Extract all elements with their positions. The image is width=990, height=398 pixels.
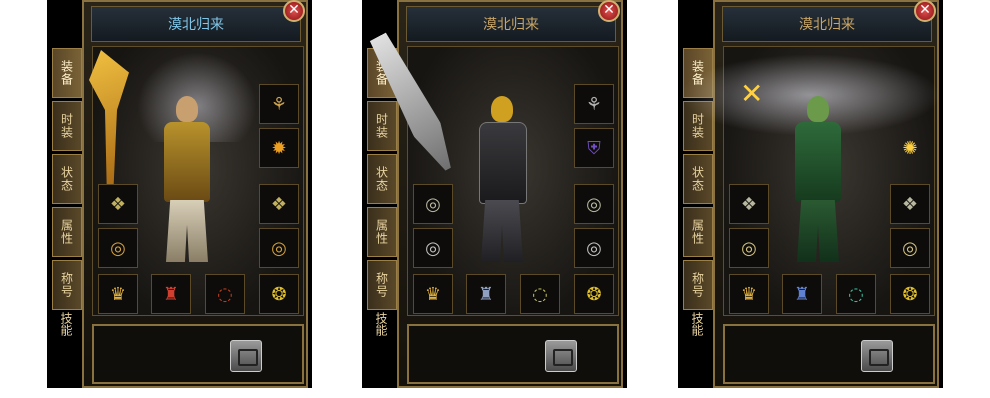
- close-button[interactable]: ✕: [283, 0, 305, 22]
- slot-ring-left[interactable]: ◎: [98, 228, 138, 268]
- slot-bracelet-left[interactable]: ◎: [413, 184, 453, 224]
- bag-icon[interactable]: [861, 340, 893, 372]
- slot-gem[interactable]: ♛: [413, 274, 453, 314]
- character-armor: [164, 122, 210, 202]
- character-panel-1: 漠北归来 ✕ 装备 时装 状态 属性 称号 技能 ⚘ ✹ ❖ ❖ ◎ ◎ ♛ ♜…: [47, 0, 312, 388]
- slot-medal[interactable]: ⛨: [574, 128, 614, 168]
- character-head: [807, 96, 829, 122]
- character-helmet: [491, 96, 513, 122]
- tab-attributes[interactable]: 属性: [52, 207, 82, 257]
- slot-ring-right[interactable]: ◎: [259, 228, 299, 268]
- slot-bracelet-left[interactable]: ❖: [729, 184, 769, 224]
- slot-boots[interactable]: ♜: [151, 274, 191, 314]
- slot-charm[interactable]: ❂: [259, 274, 299, 314]
- slot-medal[interactable]: ✺: [890, 128, 930, 168]
- slot-ring-left[interactable]: ◎: [413, 228, 453, 268]
- slot-gem[interactable]: ♛: [98, 274, 138, 314]
- slot-bracelet-right[interactable]: ◎: [574, 184, 614, 224]
- character-model: [142, 88, 232, 268]
- character-model: [457, 88, 547, 268]
- slot-belt[interactable]: ◌: [520, 274, 560, 314]
- slot-belt[interactable]: ◌: [205, 274, 245, 314]
- character-legs: [797, 200, 839, 262]
- tab-fashion[interactable]: 时装: [367, 101, 397, 151]
- slot-ring-right[interactable]: ◎: [574, 228, 614, 268]
- tab-skills[interactable]: 技能: [373, 312, 390, 336]
- tab-status[interactable]: 状态: [683, 154, 713, 204]
- tab-attributes[interactable]: 属性: [367, 207, 397, 257]
- character-panel-3: 漠北归来 ✕ 装备 时装 状态 属性 称号 技能 ✕ ✺ ❖ ❖ ◎ ◎ ♛ ♜…: [678, 0, 943, 388]
- slot-ring-left[interactable]: ◎: [729, 228, 769, 268]
- character-legs: [481, 200, 523, 262]
- bag-icon[interactable]: [230, 340, 262, 372]
- character-panel-2: 漠北归来 ✕ 装备 时装 状态 属性 称号 技能 ⚘ ⛨ ◎ ◎ ◎ ◎ ♛ ♜…: [362, 0, 627, 388]
- tab-equipment[interactable]: 装备: [52, 48, 82, 98]
- close-button[interactable]: ✕: [914, 0, 936, 22]
- slot-boots[interactable]: ♜: [782, 274, 822, 314]
- slot-bracelet-right[interactable]: ❖: [890, 184, 930, 224]
- side-tabs: 装备 时装 状态 属性 称号: [52, 48, 82, 313]
- bag-icon[interactable]: [545, 340, 577, 372]
- item-info-box: [407, 324, 619, 384]
- slot-belt[interactable]: ◌: [836, 274, 876, 314]
- close-button[interactable]: ✕: [598, 0, 620, 22]
- slot-ring-right[interactable]: ◎: [890, 228, 930, 268]
- character-armor: [479, 122, 527, 204]
- slot-medal[interactable]: ✹: [259, 128, 299, 168]
- character-model: [773, 88, 863, 268]
- slot-charm[interactable]: ❂: [574, 274, 614, 314]
- slot-bracelet-left[interactable]: ❖: [98, 184, 138, 224]
- slot-necklace[interactable]: ⚘: [574, 84, 614, 124]
- character-legs: [166, 200, 208, 262]
- tab-attributes[interactable]: 属性: [683, 207, 713, 257]
- tab-titles[interactable]: 称号: [683, 260, 713, 310]
- character-armor: [795, 122, 841, 202]
- panel-title: 漠北归来: [91, 6, 301, 42]
- slot-boots[interactable]: ♜: [466, 274, 506, 314]
- character-head: [176, 96, 198, 122]
- panel-title: 漠北归来: [406, 6, 616, 42]
- tab-titles[interactable]: 称号: [367, 260, 397, 310]
- item-info-box: [92, 324, 304, 384]
- item-info-box: [723, 324, 935, 384]
- slot-necklace[interactable]: ⚘: [259, 84, 299, 124]
- tab-titles[interactable]: 称号: [52, 260, 82, 310]
- slot-charm[interactable]: ❂: [890, 274, 930, 314]
- tab-skills[interactable]: 技能: [689, 312, 706, 336]
- slot-bracelet-right[interactable]: ❖: [259, 184, 299, 224]
- slot-gem[interactable]: ♛: [729, 274, 769, 314]
- tab-fashion[interactable]: 时装: [52, 101, 82, 151]
- panel-title: 漠北归来: [722, 6, 932, 42]
- tab-skills[interactable]: 技能: [58, 312, 75, 336]
- tab-status[interactable]: 状态: [367, 154, 397, 204]
- cross-weapon-icon: ✕: [740, 77, 764, 110]
- tab-status[interactable]: 状态: [52, 154, 82, 204]
